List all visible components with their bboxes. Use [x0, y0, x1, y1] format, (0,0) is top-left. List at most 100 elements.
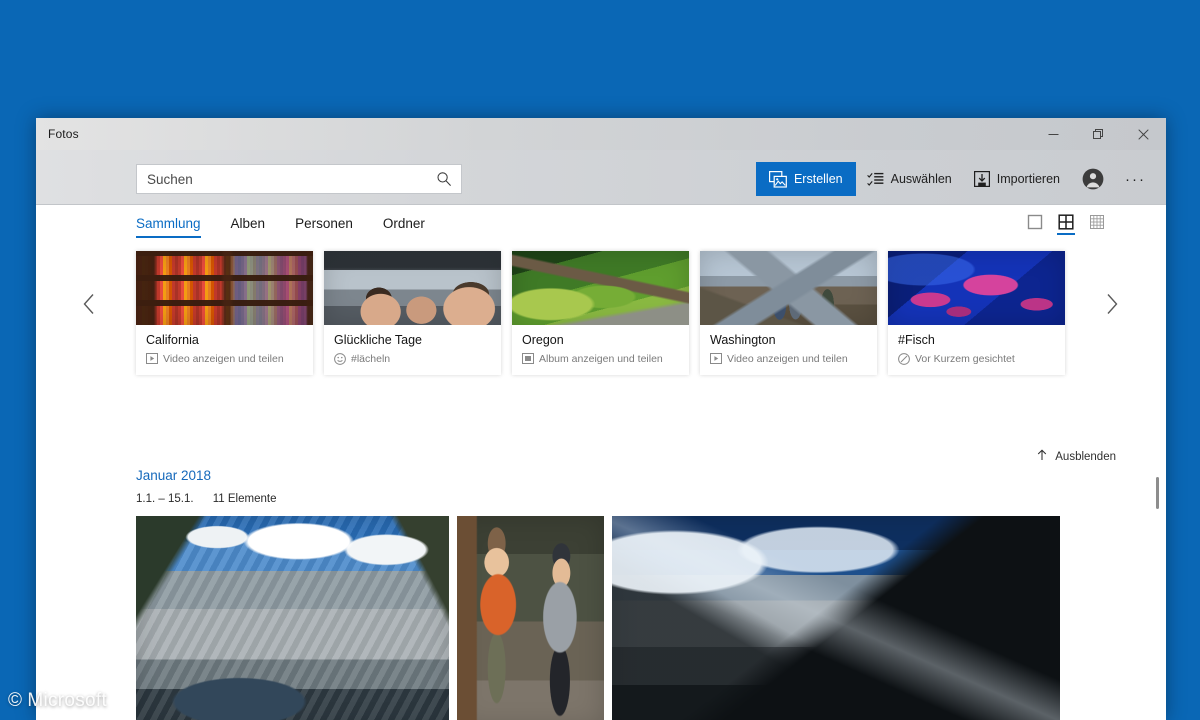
- view-size-small-button[interactable]: [1086, 214, 1108, 238]
- import-glyph: [974, 171, 990, 187]
- card-body: Washington Video anzeigen und teilen: [700, 325, 877, 375]
- select-button[interactable]: Auswählen: [856, 162, 963, 196]
- card-title: Glückliche Tage: [334, 333, 491, 349]
- view-size-medium-indicator: [1057, 233, 1075, 235]
- card-title: Washington: [710, 333, 867, 349]
- single-square-icon: [1027, 214, 1043, 230]
- card-body: Glückliche Tage #lächeln: [324, 325, 501, 375]
- card-thumbnail-fisch: [888, 251, 1065, 325]
- tab-personen[interactable]: Personen: [295, 215, 369, 238]
- smile-glyph: [334, 353, 346, 365]
- watermark-text: Microsoft: [27, 690, 107, 712]
- date-meta: 1.1. – 15.1. 11 Elemente: [136, 493, 292, 505]
- carousel-card[interactable]: Washington Video anzeigen und teilen: [700, 251, 877, 375]
- photo-art: [457, 516, 604, 720]
- album-glyph: [522, 353, 534, 364]
- video-icon: [710, 353, 722, 364]
- grid-2x2-icon: [1058, 214, 1074, 230]
- search-icon[interactable]: [427, 171, 461, 187]
- minimize-button[interactable]: [1031, 118, 1076, 150]
- view-size-large-indicator: [1026, 233, 1044, 235]
- tab-sammlung[interactable]: Sammlung: [136, 215, 217, 238]
- card-subtitle: Album anzeigen und teilen: [539, 353, 663, 365]
- photo-misty-mountain[interactable]: [612, 516, 1060, 720]
- view-size-medium-button[interactable]: [1055, 214, 1077, 238]
- card-body: Oregon Album anzeigen und teilen: [512, 325, 689, 375]
- photo-alpine-lake[interactable]: [136, 516, 449, 720]
- view-size-toggles: [1024, 214, 1108, 238]
- import-label: Importieren: [997, 173, 1060, 186]
- carousel-card[interactable]: California Video anzeigen und teilen: [136, 251, 313, 375]
- carousel-prev-button[interactable]: [74, 289, 104, 319]
- card-subtitle-row: #lächeln: [334, 353, 491, 365]
- select-icon: [867, 172, 884, 187]
- tab-ordner[interactable]: Ordner: [383, 215, 441, 238]
- toolbar-actions: Erstellen Auswählen: [756, 162, 1160, 196]
- card-subtitle-row: Vor Kurzem gesichtet: [898, 353, 1055, 365]
- card-title: Oregon: [522, 333, 679, 349]
- content-area: Sammlung Alben Personen Ordner: [36, 205, 1166, 720]
- card-title: California: [146, 333, 303, 349]
- carousel-card[interactable]: Glückliche Tage #lächeln: [324, 251, 501, 375]
- view-size-large-button[interactable]: [1024, 214, 1046, 238]
- search-glyph: [436, 171, 452, 187]
- tag-icon: [898, 353, 910, 365]
- vertical-scrollbar-thumb[interactable]: [1156, 477, 1159, 509]
- photo-art: [136, 516, 449, 720]
- search-box[interactable]: [136, 164, 462, 194]
- import-button[interactable]: Importieren: [963, 162, 1071, 196]
- chevron-right-icon: [1104, 293, 1119, 315]
- photo-row: [136, 516, 1136, 720]
- chevron-left-icon: [82, 293, 97, 315]
- close-icon: [1138, 129, 1149, 140]
- date-count: 11 Elemente: [213, 493, 277, 505]
- video-glyph: [146, 353, 158, 364]
- carousel-card[interactable]: #Fisch Vor Kurzem gesichtet: [888, 251, 1065, 375]
- import-icon: [974, 171, 990, 187]
- hide-section-button[interactable]: Ausblenden: [1036, 449, 1116, 464]
- minimize-icon: [1048, 129, 1059, 140]
- smile-icon: [334, 353, 346, 365]
- view-size-small-indicator: [1088, 233, 1106, 235]
- more-options-button[interactable]: ···: [1115, 162, 1160, 196]
- select-label: Auswählen: [891, 173, 952, 186]
- card-thumbnail-washington: [700, 251, 877, 325]
- card-thumbnail-california: [136, 251, 313, 325]
- tab-alben[interactable]: Alben: [231, 215, 282, 238]
- card-subtitle: Vor Kurzem gesichtet: [915, 353, 1015, 365]
- create-glyph: [769, 171, 787, 188]
- video-glyph: [710, 353, 722, 364]
- maximize-restore-button[interactable]: [1076, 118, 1121, 150]
- create-icon: [769, 171, 787, 188]
- thumbnail-art: [136, 251, 313, 325]
- nav-tabs: Sammlung Alben Personen Ordner: [136, 215, 455, 238]
- card-subtitle: Video anzeigen und teilen: [727, 353, 848, 365]
- card-body: California Video anzeigen und teilen: [136, 325, 313, 375]
- date-month-heading[interactable]: Januar 2018: [136, 467, 292, 485]
- account-avatar-icon: [1082, 168, 1104, 190]
- card-subtitle: Video anzeigen und teilen: [163, 353, 284, 365]
- photo-hikers[interactable]: [457, 516, 604, 720]
- card-subtitle-row: Album anzeigen und teilen: [522, 353, 679, 365]
- hide-label: Ausblenden: [1055, 451, 1116, 463]
- create-label: Erstellen: [794, 173, 843, 186]
- carousel-card[interactable]: Oregon Album anzeigen und teilen: [512, 251, 689, 375]
- app-title: Fotos: [48, 127, 79, 141]
- search-input[interactable]: [137, 172, 427, 187]
- account-button[interactable]: [1071, 162, 1115, 196]
- tag-glyph: [898, 353, 910, 365]
- card-subtitle-row: Video anzeigen und teilen: [710, 353, 867, 365]
- date-section: Januar 2018 1.1. – 15.1. 11 Elemente: [136, 467, 292, 505]
- video-icon: [146, 353, 158, 364]
- create-button[interactable]: Erstellen: [756, 162, 856, 196]
- date-range: 1.1. – 15.1.: [136, 493, 194, 505]
- close-button[interactable]: [1121, 118, 1166, 150]
- toolbar: Erstellen Auswählen: [36, 150, 1166, 205]
- thumbnail-art: [512, 251, 689, 325]
- card-thumbnail-oregon: [512, 251, 689, 325]
- title-bar: Fotos: [36, 118, 1166, 150]
- photo-grid: [136, 516, 1136, 720]
- arrow-up-glyph: [1036, 449, 1048, 461]
- card-subtitle: #lächeln: [351, 353, 390, 365]
- carousel-next-button[interactable]: [1096, 289, 1126, 319]
